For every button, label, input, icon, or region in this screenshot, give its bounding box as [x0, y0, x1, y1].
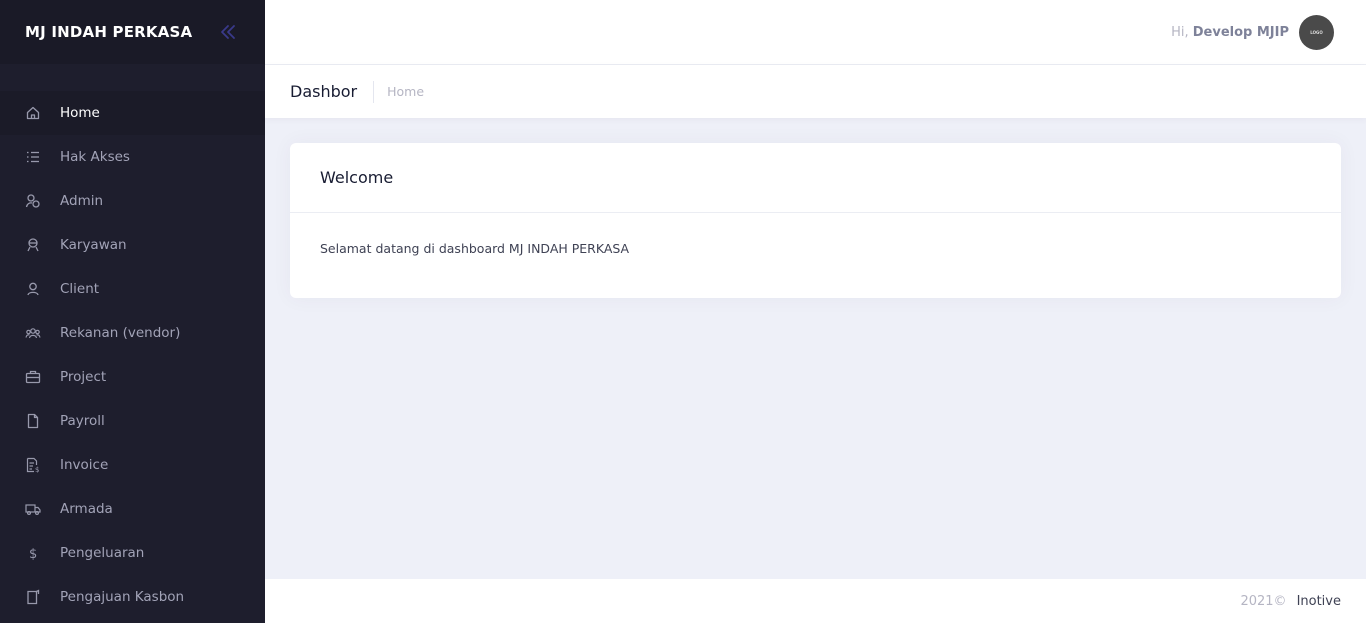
subheader: Dashbor Home — [265, 65, 1366, 118]
sidebar-item-label: Pengajuan Kasbon — [60, 589, 185, 605]
sidebar-item-pengajuan-kasbon[interactable]: Pengajuan Kasbon — [0, 575, 265, 619]
sidebar-item-admin[interactable]: Admin — [0, 179, 265, 223]
svg-text:$: $ — [29, 547, 37, 561]
avatar-logo-text: LOGO — [1310, 29, 1323, 35]
welcome-card: Welcome Selamat datang di dashboard MJ I… — [290, 143, 1341, 298]
sidebar-item-client[interactable]: Client — [0, 267, 265, 311]
sidebar-item-label: Rekanan (vendor) — [60, 325, 181, 341]
sidebar-item-project[interactable]: Project — [0, 355, 265, 399]
sidebar: MJ INDAH PERKASA Home Hak Akses Admin Ka… — [0, 0, 265, 623]
sidebar-item-rekanan[interactable]: Rekanan (vendor) — [0, 311, 265, 355]
welcome-text: Selamat datang di dashboard MJ INDAH PER… — [320, 241, 630, 256]
card-header: Welcome — [290, 143, 1341, 213]
list-icon — [25, 149, 41, 165]
home-icon — [25, 105, 41, 121]
svg-text:$: $ — [35, 466, 39, 473]
sidebar-item-pengeluaran[interactable]: $ Pengeluaran — [0, 531, 265, 575]
page-title: Dashbor — [290, 80, 375, 103]
truck-icon — [25, 501, 41, 517]
avatar[interactable]: LOGO — [1299, 14, 1334, 50]
employee-icon — [25, 237, 41, 253]
sidebar-item-label: Hak Akses — [60, 149, 130, 165]
sidebar-item-label: Karyawan — [60, 237, 127, 253]
sidebar-item-label: Client — [60, 281, 100, 297]
greeting-prefix: Hi, — [1171, 24, 1189, 40]
brand: MJ INDAH PERKASA — [0, 0, 265, 64]
sidebar-item-payroll[interactable]: Payroll — [0, 399, 265, 443]
sidebar-item-karyawan[interactable]: Karyawan — [0, 223, 265, 267]
sidebar-item-label: Home — [60, 105, 100, 121]
dollar-icon: $ — [25, 545, 41, 561]
sidebar-item-home[interactable]: Home — [0, 91, 265, 135]
double-chevron-left-icon[interactable] — [216, 20, 240, 44]
breadcrumb[interactable]: Home — [387, 84, 424, 99]
group-icon — [25, 325, 41, 341]
footer: 2021© Inotive — [265, 579, 1366, 623]
sidebar-item-armada[interactable]: Armada — [0, 487, 265, 531]
sidebar-item-invoice[interactable]: $ Invoice — [0, 443, 265, 487]
footer-link[interactable]: Inotive — [1297, 594, 1341, 609]
sidebar-item-label: Pengeluaran — [60, 545, 145, 561]
user-name: Develop MJIP — [1192, 24, 1289, 40]
card-title: Welcome — [320, 168, 394, 187]
footer-copyright: 2021© — [1240, 593, 1287, 609]
top-header: Hi, Develop MJIP LOGO — [265, 0, 1366, 65]
sidebar-item-label: Payroll — [60, 413, 105, 429]
brand-title[interactable]: MJ INDAH PERKASA — [25, 23, 216, 41]
sidebar-item-label: Armada — [60, 501, 113, 517]
sidebar-menu: Home Hak Akses Admin Karyawan Client Rek… — [0, 64, 265, 619]
sidebar-item-label: Project — [60, 369, 107, 385]
sidebar-item-hak-akses[interactable]: Hak Akses — [0, 135, 265, 179]
note-icon — [25, 589, 41, 605]
sidebar-item-label: Invoice — [60, 457, 109, 473]
user-icon — [25, 281, 41, 297]
briefcase-icon — [25, 369, 41, 385]
card-body: Selamat datang di dashboard MJ INDAH PER… — [290, 213, 1341, 284]
sidebar-item-label: Admin — [60, 193, 104, 209]
user-greeting[interactable]: Hi, Develop MJIP — [1171, 25, 1289, 40]
file-icon — [25, 413, 41, 429]
invoice-icon: $ — [25, 457, 41, 473]
users-icon — [25, 193, 41, 209]
